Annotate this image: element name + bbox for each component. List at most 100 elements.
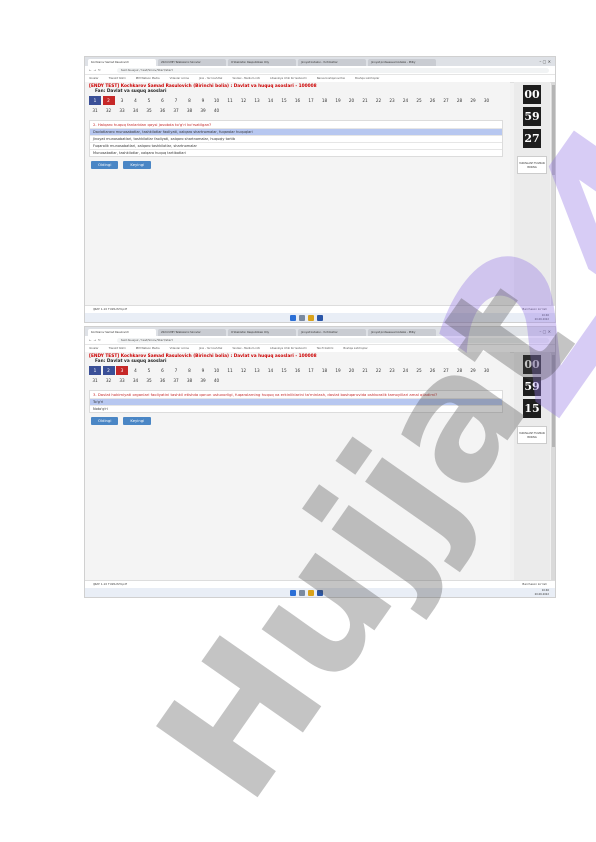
question-number[interactable]: 39 — [197, 376, 209, 385]
browser-tab[interactable]: Jinoyat protsessual kodeksi - Milliy — [368, 59, 436, 66]
question-number[interactable]: 19 — [332, 96, 344, 105]
browser-tab[interactable]: Kochkarov Samad Rasulovich — [88, 329, 156, 336]
download-file[interactable]: IJRAT 1-10 TUZILISHI.pdf — [93, 307, 127, 311]
question-number[interactable]: 28 — [454, 96, 466, 105]
bookmark[interactable]: Translit tizimi — [109, 347, 126, 350]
question-number[interactable]: 27 — [440, 366, 452, 375]
question-number[interactable]: 14 — [265, 96, 277, 105]
question-number[interactable]: 29 — [467, 96, 479, 105]
question-number[interactable]: 38 — [184, 376, 196, 385]
windows-icon[interactable] — [290, 314, 296, 321]
question-number[interactable]: 31 — [89, 106, 101, 115]
question-number[interactable]: 24 — [400, 96, 412, 105]
question-number[interactable]: 16 — [292, 366, 304, 375]
question-number[interactable]: 32 — [103, 376, 115, 385]
question-number[interactable]: 26 — [427, 96, 439, 105]
scrollbar[interactable] — [551, 352, 555, 581]
question-number[interactable]: 40 — [211, 106, 223, 115]
question-number[interactable]: 38 — [184, 106, 196, 115]
question-number[interactable]: 30 — [481, 366, 493, 375]
show-all-downloads[interactable]: Barchasini ko'rish — [522, 306, 547, 313]
answer-option[interactable]: Fuqarolik munosabatlari, xalqaro tashkil… — [90, 142, 502, 149]
word-icon[interactable] — [317, 314, 323, 321]
browser-tab[interactable]: Jinoyat protsessual kodeksi - Milliy — [368, 329, 436, 336]
prev-button[interactable]: Oldingi — [91, 417, 119, 425]
question-number[interactable]: 13 — [251, 366, 263, 375]
question-number[interactable]: 36 — [157, 376, 169, 385]
bookmark[interactable]: Boshqa xatchoplar — [355, 77, 379, 80]
question-number[interactable]: 6 — [157, 96, 169, 105]
answer-option[interactable]: Davlatlararo munosabatlar, tashkilotlar … — [90, 128, 502, 135]
question-number[interactable]: 5 — [143, 366, 155, 375]
question-number[interactable]: 15 — [278, 96, 290, 105]
bookmark[interactable]: Videolar online — [170, 347, 189, 350]
question-number[interactable]: 20 — [346, 366, 358, 375]
question-number[interactable]: 11 — [224, 366, 236, 375]
bookmark[interactable]: Ilovalar — [89, 77, 99, 80]
windows-icon[interactable] — [290, 589, 296, 596]
question-number[interactable]: 1 — [89, 366, 101, 375]
browser-tab[interactable]: Jinoyat kodeksi - Yurtdoshlar — [298, 59, 366, 66]
bookmark[interactable]: Boshqa xatchoplar — [343, 347, 367, 350]
question-number[interactable]: 10 — [211, 366, 223, 375]
window-controls-icon[interactable]: – ▢ ✕ — [539, 327, 555, 336]
question-number[interactable]: 14 — [265, 366, 277, 375]
question-number[interactable]: 8 — [184, 96, 196, 105]
question-number[interactable]: 13 — [251, 96, 263, 105]
browser-tab[interactable]: O'zbekiston Respublikasi Oliy — [228, 329, 296, 336]
url-input[interactable]: test.tsuejuz / test/Sinov/Start/start — [117, 67, 549, 73]
question-number[interactable]: 25 — [413, 96, 425, 105]
question-number[interactable]: 10 — [211, 96, 223, 105]
question-number[interactable]: 23 — [386, 96, 398, 105]
window-controls-icon[interactable]: – ▢ ✕ — [539, 57, 555, 66]
question-number[interactable]: 3 — [116, 366, 128, 375]
question-number[interactable]: 18 — [319, 96, 331, 105]
bookmark[interactable]: Videolar online — [170, 77, 189, 80]
search-icon[interactable] — [299, 314, 305, 321]
answer-option[interactable]: Noto'g'ri — [90, 405, 502, 412]
question-number[interactable]: 12 — [238, 366, 250, 375]
question-number[interactable]: 22 — [373, 366, 385, 375]
question-number[interactable]: 2 — [102, 96, 115, 105]
browser-tab[interactable]: 2024 UMH Talabalarni Sinovlar — [158, 329, 226, 336]
question-number[interactable]: 32 — [103, 106, 115, 115]
question-number[interactable]: 29 — [467, 366, 479, 375]
next-button[interactable]: Keyingi — [123, 417, 152, 425]
question-number[interactable]: 30 — [481, 96, 493, 105]
browser-tab[interactable]: 2024 UMH Talabalarni Sinovlar — [158, 59, 226, 66]
answer-option[interactable]: Jinoyat munosabatlari, tashkilotlar faol… — [90, 135, 502, 142]
finish-button[interactable]: YAKUNLASH TUGMASI BOSING — [517, 426, 547, 444]
bookmark[interactable]: Jinsi - Yer kosh-Tez — [199, 77, 222, 80]
question-number[interactable]: 25 — [413, 366, 425, 375]
question-number[interactable]: 2 — [102, 366, 115, 375]
question-number[interactable]: 15 — [278, 366, 290, 375]
nav-arrows-icon[interactable]: ←→↻ — [89, 68, 111, 72]
chrome-icon[interactable] — [308, 314, 314, 321]
question-number[interactable]: 4 — [130, 96, 142, 105]
bookmark[interactable]: Translit tizimi — [109, 77, 126, 80]
question-number[interactable]: 35 — [143, 376, 155, 385]
bookmark[interactable]: Yandex - Medium.info — [232, 347, 260, 350]
search-icon[interactable] — [299, 589, 305, 596]
question-number[interactable]: 33 — [116, 376, 128, 385]
question-number[interactable]: 40 — [211, 376, 223, 385]
browser-tab[interactable]: Kochkarov Samad Rasulovich — [88, 59, 156, 66]
question-number[interactable]: 37 — [170, 106, 182, 115]
bookmark[interactable]: Litsenziya Ichki Ko'rsatuvchi — [270, 347, 307, 350]
scrollbar[interactable] — [551, 82, 555, 306]
question-number[interactable]: 16 — [292, 96, 304, 105]
bookmark[interactable]: IBM Watson Media — [136, 347, 160, 350]
prev-button[interactable]: Oldingi — [91, 161, 119, 169]
question-number[interactable]: 26 — [427, 366, 439, 375]
answer-option[interactable]: To'g'ri — [90, 398, 502, 405]
question-number[interactable]: 20 — [346, 96, 358, 105]
question-number[interactable]: 34 — [130, 376, 142, 385]
bookmark[interactable]: IBM Watson Media — [136, 77, 160, 80]
bookmark[interactable]: Litsenziya Ichki Ko'rsatuvchi — [270, 77, 307, 80]
question-number[interactable]: 33 — [116, 106, 128, 115]
word-icon[interactable] — [317, 589, 323, 596]
question-number[interactable]: 28 — [454, 366, 466, 375]
question-number[interactable]: 1 — [89, 96, 101, 105]
question-number[interactable]: 17 — [305, 96, 317, 105]
download-file[interactable]: IJRAT 1-10 TUZILISHI.pdf — [93, 582, 127, 586]
